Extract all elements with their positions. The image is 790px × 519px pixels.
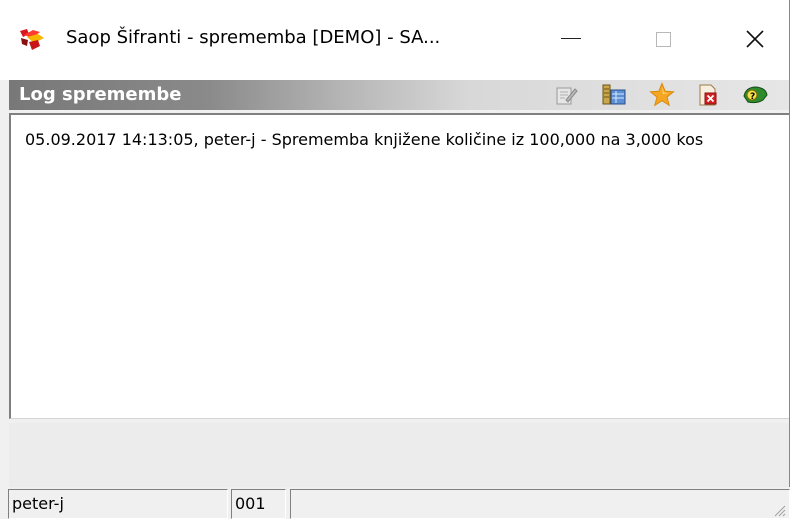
status-extra xyxy=(290,489,790,519)
help-button[interactable]: ? xyxy=(742,82,768,108)
minimize-icon xyxy=(561,37,581,39)
help-icon: ? xyxy=(743,86,768,104)
bottom-panel xyxy=(9,423,789,487)
resize-grip-icon[interactable] xyxy=(772,503,786,517)
status-bar: peter-j 001 xyxy=(0,487,790,519)
delete-button[interactable] xyxy=(695,82,721,108)
edit-button[interactable] xyxy=(553,82,579,108)
status-user: peter-j xyxy=(8,489,228,519)
favorite-button[interactable] xyxy=(649,82,675,108)
edit-icon xyxy=(556,87,578,105)
columns-button[interactable] xyxy=(601,82,627,108)
columns-icon xyxy=(602,84,626,105)
saop-app-icon[interactable] xyxy=(18,28,46,52)
title-bar[interactable]: Saop Šifranti - sprememba [DEMO] - SA... xyxy=(0,0,789,80)
log-title: Log spremembe xyxy=(19,84,182,105)
status-code: 001 xyxy=(231,489,286,519)
close-button[interactable] xyxy=(729,0,781,80)
maximize-button[interactable] xyxy=(637,0,689,80)
minimize-button[interactable] xyxy=(545,0,597,80)
delete-icon xyxy=(699,84,717,106)
window-title: Saop Šifranti - sprememba [DEMO] - SA... xyxy=(66,27,441,48)
app-window: Saop Šifranti - sprememba [DEMO] - SA...… xyxy=(0,0,790,519)
svg-text:?: ? xyxy=(750,92,755,102)
log-entry: 05.09.2017 14:13:05, peter-j - Sprememba… xyxy=(25,130,704,149)
maximize-icon xyxy=(655,31,671,47)
close-icon xyxy=(746,30,764,48)
favorite-star-icon xyxy=(649,82,675,107)
log-header: Log spremembe ? xyxy=(9,80,789,110)
log-text-area[interactable]: 05.09.2017 14:13:05, peter-j - Sprememba… xyxy=(9,113,789,419)
